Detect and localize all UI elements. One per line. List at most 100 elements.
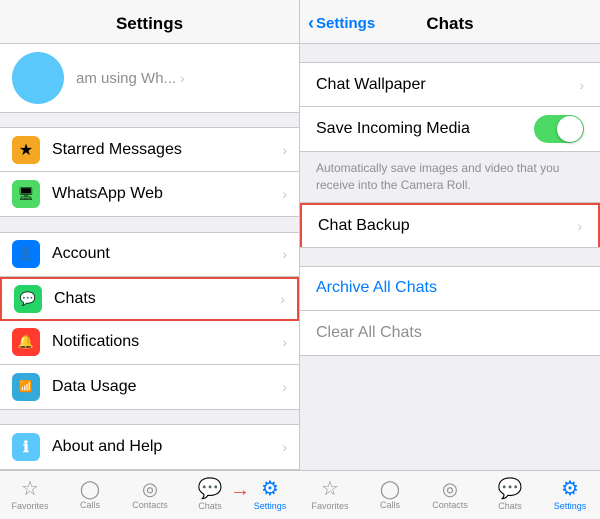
chats-tab-icon: 💬 bbox=[198, 479, 223, 499]
tab-contacts-label: Contacts bbox=[132, 500, 168, 510]
tab-chats-label-right: Chats bbox=[498, 501, 522, 511]
data-usage-icon: 📶 bbox=[12, 373, 40, 401]
avatar bbox=[12, 52, 64, 104]
archive-all-chats-label: Archive All Chats bbox=[316, 279, 584, 297]
chevron-icon: › bbox=[282, 246, 287, 262]
chevron-icon: › bbox=[282, 439, 287, 455]
settings-group-1: ★ Starred Messages › 🖥 WhatsApp Web › bbox=[0, 127, 299, 217]
notifications-icon: 🔔 bbox=[12, 328, 40, 356]
left-panel: Settings am using Wh... › ★ Starred Mess… bbox=[0, 0, 300, 470]
right-spacer1 bbox=[300, 44, 600, 62]
profile-status: am using Wh... bbox=[76, 70, 176, 87]
chat-wallpaper-item[interactable]: Chat Wallpaper › bbox=[300, 63, 600, 107]
chevron-icon: › bbox=[282, 379, 287, 395]
about-help-label: About and Help bbox=[52, 438, 278, 456]
spacer2 bbox=[0, 217, 299, 231]
profile-row[interactable]: am using Wh... › bbox=[0, 44, 299, 113]
settings-group-3: ℹ About and Help › bbox=[0, 424, 299, 470]
chat-wallpaper-label: Chat Wallpaper bbox=[316, 76, 579, 94]
save-media-toggle[interactable] bbox=[534, 115, 584, 143]
save-incoming-media-item[interactable]: Save Incoming Media bbox=[300, 107, 600, 151]
chats-tab-icon-right: 💬 bbox=[498, 479, 523, 499]
data-usage-label: Data Usage bbox=[52, 378, 278, 396]
tab-bar: ☆ Favorites ◯ Calls ◎ Contacts 💬 Chats →… bbox=[0, 470, 600, 519]
chevron-icon: › bbox=[282, 142, 287, 158]
tab-chats-left[interactable]: 💬 Chats → bbox=[180, 471, 240, 519]
chats-group-3: Archive All Chats Clear All Chats bbox=[300, 266, 600, 356]
star-icon: ★ bbox=[12, 136, 40, 164]
tab-calls-label-right: Calls bbox=[380, 500, 400, 510]
tab-settings-right[interactable]: ⚙ Settings bbox=[540, 471, 600, 519]
clear-all-chats-label: Clear All Chats bbox=[316, 324, 584, 342]
left-title: Settings bbox=[116, 14, 183, 34]
starred-messages-label: Starred Messages bbox=[52, 141, 278, 159]
tab-favorites-label: Favorites bbox=[11, 501, 48, 511]
spacer bbox=[0, 113, 299, 127]
tab-contacts-right[interactable]: ◎ Contacts bbox=[420, 471, 480, 519]
account-item[interactable]: 👤 Account › bbox=[0, 233, 299, 277]
spacer3 bbox=[0, 410, 299, 424]
arrow-right-icon: → bbox=[230, 479, 262, 502]
tab-favorites-right[interactable]: ☆ Favorites bbox=[300, 471, 360, 519]
chats-group-2: Chat Backup › bbox=[300, 202, 600, 248]
settings-icon: ⚙ bbox=[261, 479, 279, 499]
favorites-icon: ☆ bbox=[21, 479, 39, 499]
chevron-icon: › bbox=[180, 70, 185, 86]
tab-calls-label: Calls bbox=[80, 500, 100, 510]
data-usage-item[interactable]: 📶 Data Usage › bbox=[0, 365, 299, 409]
tab-contacts-left[interactable]: ◎ Contacts bbox=[120, 471, 180, 519]
chevron-icon: › bbox=[282, 334, 287, 350]
calls-icon: ◯ bbox=[80, 480, 100, 498]
chevron-icon: › bbox=[579, 77, 584, 93]
right-panel: ‹ Settings Chats Chat Wallpaper › Save I… bbox=[300, 0, 600, 470]
chat-backup-label: Chat Backup bbox=[318, 217, 577, 235]
tab-favorites-label-right: Favorites bbox=[311, 501, 348, 511]
tab-favorites-left[interactable]: ☆ Favorites bbox=[0, 471, 60, 519]
chats-item[interactable]: 💬 Chats › bbox=[0, 277, 299, 321]
chevron-icon: › bbox=[280, 291, 285, 307]
account-label: Account bbox=[52, 245, 278, 263]
archive-all-chats-item[interactable]: Archive All Chats bbox=[300, 267, 600, 311]
chevron-icon: › bbox=[282, 186, 287, 202]
account-icon: 👤 bbox=[12, 240, 40, 268]
notifications-label: Notifications bbox=[52, 333, 278, 351]
save-incoming-media-label: Save Incoming Media bbox=[316, 120, 534, 138]
right-tab-panel: ☆ Favorites ◯ Calls ◎ Contacts 💬 Chats ⚙… bbox=[300, 471, 600, 519]
whatsapp-web-icon: 🖥 bbox=[12, 180, 40, 208]
chats-icon: 💬 bbox=[14, 285, 42, 313]
back-button[interactable]: ‹ Settings bbox=[308, 13, 375, 34]
whatsapp-web-item[interactable]: 🖥 WhatsApp Web › bbox=[0, 172, 299, 216]
right-header: ‹ Settings Chats bbox=[300, 0, 600, 44]
about-icon: ℹ bbox=[12, 433, 40, 461]
contacts-icon: ◎ bbox=[142, 480, 158, 498]
contacts-icon-right: ◎ bbox=[442, 480, 458, 498]
favorites-icon-right: ☆ bbox=[321, 479, 339, 499]
tab-calls-right[interactable]: ◯ Calls bbox=[360, 471, 420, 519]
back-label: Settings bbox=[316, 15, 375, 32]
starred-messages-item[interactable]: ★ Starred Messages › bbox=[0, 128, 299, 172]
chats-label: Chats bbox=[54, 290, 276, 308]
tab-calls-left[interactable]: ◯ Calls bbox=[60, 471, 120, 519]
tab-settings-label: Settings bbox=[254, 501, 287, 511]
tab-settings-label-right: Settings bbox=[554, 501, 587, 511]
calls-icon-right: ◯ bbox=[380, 480, 400, 498]
back-chevron-icon: ‹ bbox=[308, 13, 314, 34]
left-header: Settings bbox=[0, 0, 299, 44]
about-help-item[interactable]: ℹ About and Help › bbox=[0, 425, 299, 469]
toggle-knob bbox=[557, 116, 583, 142]
chats-group-1: Chat Wallpaper › Save Incoming Media bbox=[300, 62, 600, 152]
tab-contacts-label-right: Contacts bbox=[432, 500, 468, 510]
notifications-item[interactable]: 🔔 Notifications › bbox=[0, 321, 299, 365]
left-tab-panel: ☆ Favorites ◯ Calls ◎ Contacts 💬 Chats →… bbox=[0, 471, 300, 519]
tab-chats-right[interactable]: 💬 Chats bbox=[480, 471, 540, 519]
right-spacer2 bbox=[300, 248, 600, 266]
right-title: Chats bbox=[426, 14, 473, 34]
tab-chats-label: Chats bbox=[198, 501, 222, 511]
clear-all-chats-item[interactable]: Clear All Chats bbox=[300, 311, 600, 355]
settings-icon-right: ⚙ bbox=[561, 479, 579, 499]
chevron-icon: › bbox=[577, 218, 582, 234]
save-media-description: Automatically save images and video that… bbox=[300, 152, 600, 202]
chat-backup-item[interactable]: Chat Backup › bbox=[300, 203, 600, 247]
whatsapp-web-label: WhatsApp Web bbox=[52, 185, 278, 203]
settings-group-2: 👤 Account › 💬 Chats › 🔔 Notifications › … bbox=[0, 232, 299, 410]
